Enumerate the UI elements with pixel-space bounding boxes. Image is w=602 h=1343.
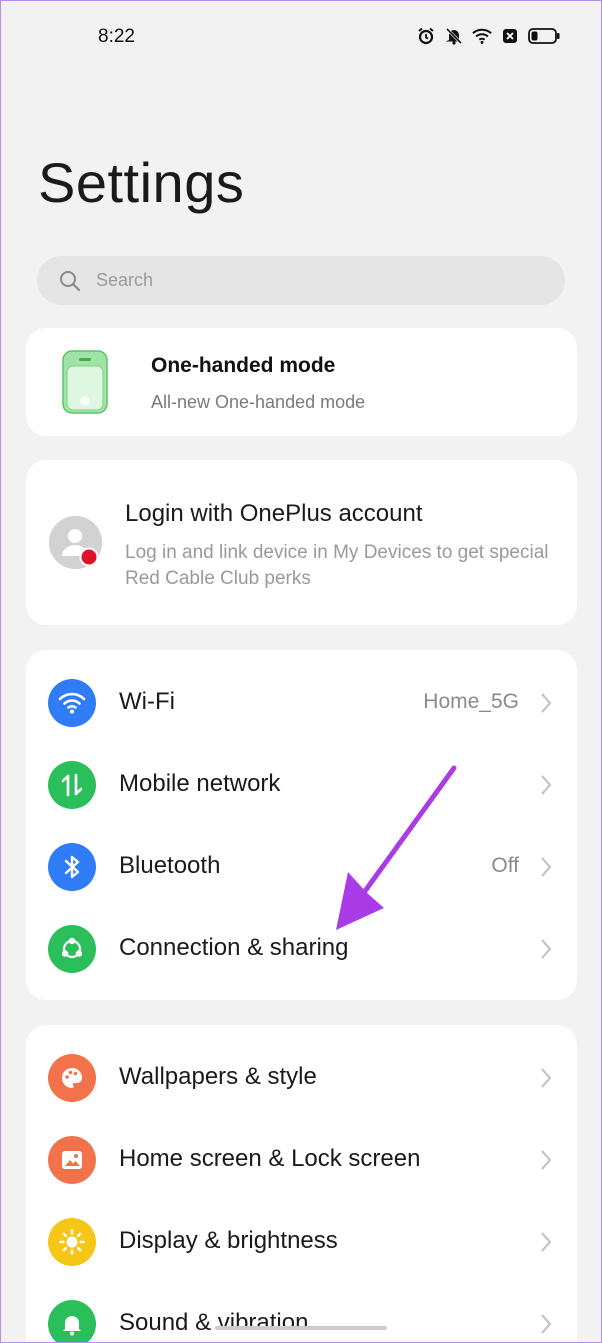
- search-icon: [58, 269, 82, 293]
- status-time: 8:22: [98, 26, 135, 47]
- search-input[interactable]: [96, 270, 496, 291]
- one-handed-mode-illustration: [62, 350, 108, 419]
- bluetooth-label: Bluetooth: [119, 852, 221, 879]
- settings-row-mobile-network[interactable]: Mobile network: [26, 744, 577, 826]
- account-subtitle: Log in and link device in My Devices to …: [125, 542, 549, 589]
- share-icon: [48, 925, 96, 973]
- notifications-muted-icon: [444, 26, 464, 46]
- account-title: Login with OnePlus account: [125, 500, 423, 527]
- chevron-right-icon: [541, 775, 552, 795]
- status-icons: [416, 26, 560, 46]
- chevron-right-icon: [541, 1150, 552, 1170]
- bell-icon: [48, 1300, 96, 1343]
- settings-row-sound-vibration[interactable]: Sound & vibration: [26, 1283, 577, 1343]
- settings-row-wallpapers[interactable]: Wallpapers & style: [26, 1037, 577, 1119]
- settings-row-connection-sharing[interactable]: Connection & sharing: [26, 908, 577, 990]
- search-bar[interactable]: [37, 256, 565, 305]
- chevron-right-icon: [541, 1232, 552, 1252]
- account-login-card[interactable]: Login with OnePlus account Log in and li…: [26, 460, 577, 625]
- chevron-right-icon: [541, 857, 552, 877]
- settings-row-wifi[interactable]: Wi-Fi Home_5G: [26, 662, 577, 744]
- display-brightness-label: Display & brightness: [119, 1227, 338, 1254]
- avatar: [49, 516, 102, 569]
- chevron-right-icon: [541, 939, 552, 959]
- page-title: Settings: [38, 151, 245, 214]
- battery-icon: [528, 26, 560, 46]
- status-bar: 8:22: [0, 0, 602, 76]
- wifi-icon: [48, 679, 96, 727]
- palette-icon: [48, 1054, 96, 1102]
- one-handed-mode-title: One-handed mode: [151, 354, 336, 377]
- settings-row-home-lock-screen[interactable]: Home screen & Lock screen: [26, 1119, 577, 1201]
- alarm-icon: [416, 26, 436, 46]
- one-handed-mode-subtitle: All-new One-handed mode: [151, 392, 366, 412]
- home-lock-screen-label: Home screen & Lock screen: [119, 1145, 421, 1172]
- chevron-right-icon: [541, 1068, 552, 1088]
- connectivity-settings-group: Wi-Fi Home_5G Mobile network Bluetooth O…: [26, 650, 577, 1000]
- mobile-network-label: Mobile network: [119, 770, 281, 797]
- sound-vibration-label: Sound & vibration: [119, 1309, 309, 1336]
- brightness-icon: [48, 1218, 96, 1266]
- wifi-label: Wi-Fi: [119, 688, 175, 715]
- chevron-right-icon: [541, 1314, 552, 1334]
- settings-row-bluetooth[interactable]: Bluetooth Off: [26, 826, 577, 908]
- settings-row-display-brightness[interactable]: Display & brightness: [26, 1201, 577, 1283]
- image-icon: [48, 1136, 96, 1184]
- connection-sharing-label: Connection & sharing: [119, 934, 349, 961]
- mobile-data-icon: [48, 761, 96, 809]
- bluetooth-value: Off: [491, 854, 519, 877]
- annotation-arrow-icon: [336, 765, 457, 930]
- home-indicator[interactable]: [215, 1326, 387, 1330]
- chevron-right-icon: [541, 693, 552, 713]
- no-sim-icon: [500, 26, 520, 46]
- wifi-value: Home_5G: [423, 690, 519, 713]
- bluetooth-icon: [48, 843, 96, 891]
- one-handed-mode-card[interactable]: One-handed mode All-new One-handed mode: [26, 328, 577, 436]
- wifi-icon: [472, 26, 492, 46]
- personalization-settings-group: Wallpapers & style Home screen & Lock sc…: [26, 1025, 577, 1343]
- wallpapers-label: Wallpapers & style: [119, 1063, 317, 1090]
